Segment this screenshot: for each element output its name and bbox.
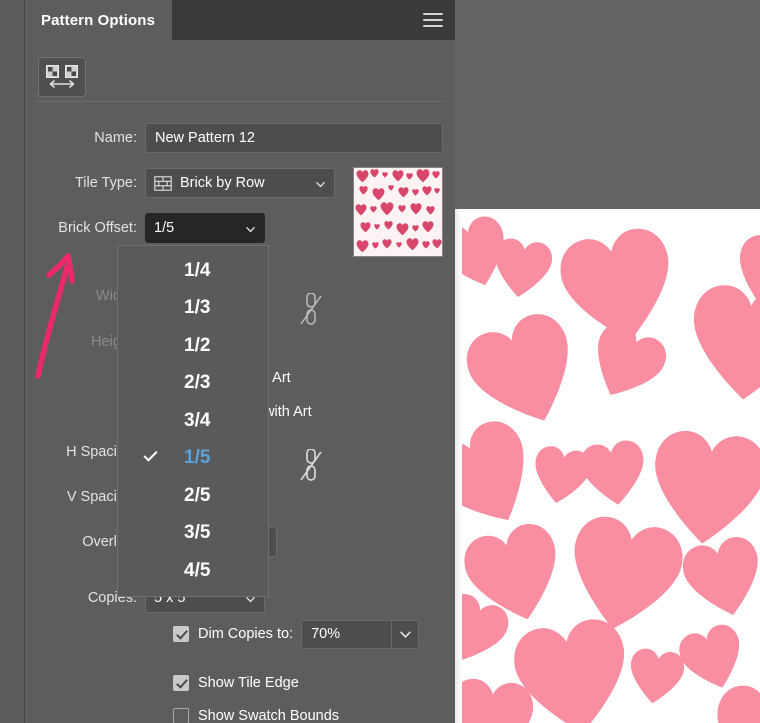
panel-title: Pattern Options — [41, 11, 156, 29]
pattern-tile-tool-button[interactable] — [38, 57, 86, 97]
menu-item-3-4[interactable]: 3/4 — [118, 402, 268, 440]
name-label: Name: — [94, 130, 137, 146]
show-tile-edge-label: Show Tile Edge — [198, 675, 299, 691]
menu-item-label: 2/5 — [184, 484, 211, 506]
link-size-broken-icon[interactable] — [297, 292, 323, 327]
pattern-swatch-preview[interactable] — [353, 167, 443, 257]
tab-pattern-options[interactable]: Pattern Options — [25, 0, 173, 40]
brick-offset-value: 1/5 — [154, 220, 175, 236]
row-show-tile-edge: Show Tile Edge — [25, 671, 299, 695]
brick-offset-dropdown-menu[interactable]: 1/4 1/3 1/2 2/3 3/4 1/5 2/5 3/5 4/5 — [117, 245, 269, 597]
menu-item-4-5[interactable]: 4/5 — [118, 552, 268, 590]
menu-item-label: 1/2 — [184, 334, 211, 356]
canvas-edge-shadow — [455, 209, 462, 723]
dim-copies-input[interactable]: 70% — [301, 619, 392, 649]
artboard-canvas[interactable] — [455, 209, 760, 723]
brick-wall-icon — [154, 175, 172, 191]
menu-item-label: 4/5 — [184, 559, 211, 581]
pink-hearts-artwork — [455, 211, 760, 723]
menu-item-2-5[interactable]: 2/5 — [118, 477, 268, 515]
show-tile-edge-checkbox[interactable] — [173, 675, 189, 691]
menu-item-label: 3/5 — [184, 522, 211, 544]
dim-copies-dropdown-button[interactable] — [391, 619, 420, 649]
menu-item-label: 1/3 — [184, 297, 211, 319]
menu-item-2-3[interactable]: 2/3 — [118, 365, 268, 403]
menu-item-1-3[interactable]: 1/3 — [118, 290, 268, 328]
name-input[interactable]: New Pattern 12 — [145, 123, 443, 153]
illustrator-window: Pattern Options Name: New Pattern 12 Til… — [0, 0, 760, 723]
tool-strip — [25, 40, 455, 102]
menu-item-3-5[interactable]: 3/5 — [118, 515, 268, 553]
menu-item-label: 2/3 — [184, 372, 211, 394]
brick-offset-select[interactable]: 1/5 — [145, 213, 265, 243]
chevron-down-icon — [316, 182, 325, 188]
show-swatch-bounds-checkbox[interactable] — [173, 708, 189, 723]
dim-copies-label: Dim Copies to: — [198, 626, 294, 642]
tile-type-label: Tile Type: — [74, 175, 137, 191]
tile-type-value: Brick by Row — [180, 175, 265, 191]
panel-divider — [35, 101, 445, 102]
menu-item-1-4[interactable]: 1/4 — [118, 252, 268, 290]
hamburger-menu-icon[interactable] — [423, 13, 443, 27]
pattern-swatch-thumbnail — [354, 168, 442, 256]
show-swatch-bounds-label: Show Swatch Bounds — [198, 708, 340, 723]
pattern-tile-tool-icon — [46, 65, 78, 88]
brick-offset-label: Brick Offset: — [58, 220, 137, 236]
dim-copies-checkbox[interactable] — [173, 626, 189, 642]
checkmark-icon — [143, 446, 158, 462]
menu-item-1-2[interactable]: 1/2 — [118, 327, 268, 365]
menu-item-label: 3/4 — [184, 409, 211, 431]
menu-item-1-5[interactable]: 1/5 — [118, 440, 268, 478]
broken-chain-icon — [300, 448, 322, 481]
chevron-down-icon — [399, 630, 411, 638]
tile-type-select[interactable]: Brick by Row — [145, 168, 335, 198]
panel-header: Pattern Options — [25, 0, 455, 40]
link-spacing-broken-icon[interactable] — [297, 448, 323, 483]
broken-chain-icon — [300, 292, 322, 325]
menu-item-label: 1/5 — [184, 447, 211, 469]
row-dim-copies: Dim Copies to: 70% — [25, 619, 420, 649]
panel-gutter — [0, 0, 25, 723]
chevron-down-icon — [246, 227, 255, 233]
row-show-swatch-bounds: Show Swatch Bounds — [25, 704, 339, 723]
menu-item-label: 1/4 — [184, 259, 211, 281]
row-name: Name: New Pattern 12 — [25, 122, 455, 154]
